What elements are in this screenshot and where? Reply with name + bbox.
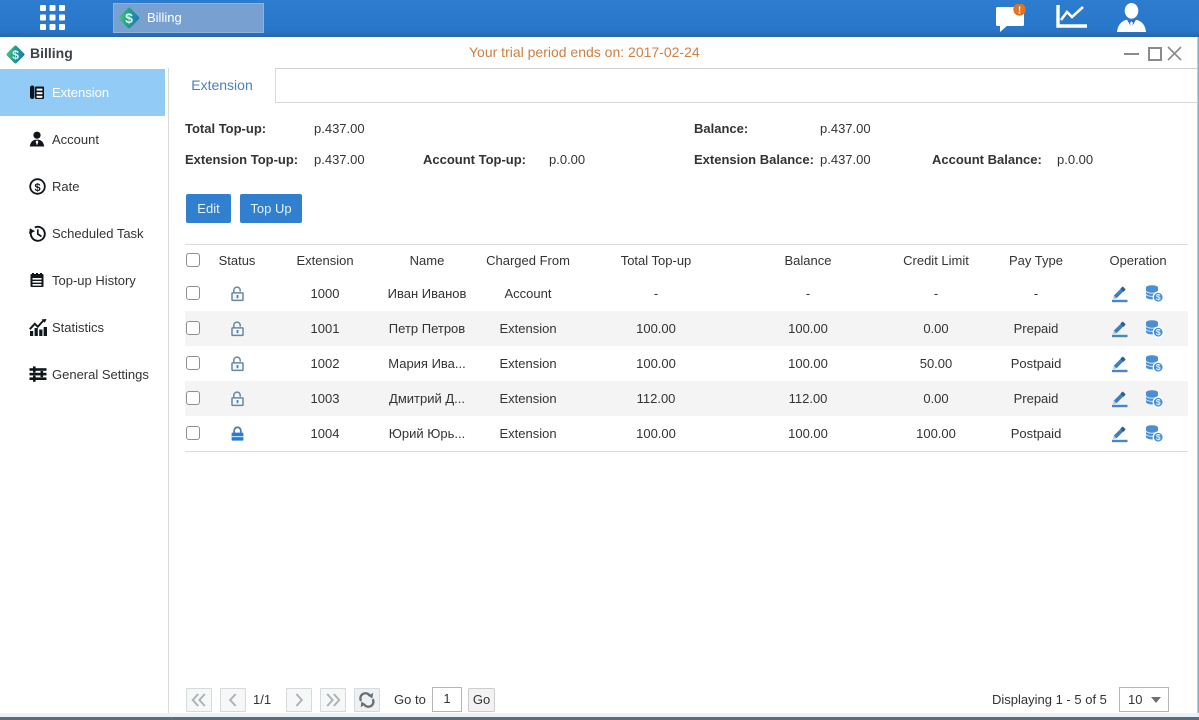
svg-text:$: $ <box>125 10 133 26</box>
svg-text:$: $ <box>1156 432 1161 442</box>
svg-text:$: $ <box>34 182 40 194</box>
svg-text:!: ! <box>1018 5 1021 16</box>
svg-text:$: $ <box>12 48 19 62</box>
svg-text:$: $ <box>1156 362 1161 372</box>
svg-text:$: $ <box>1156 292 1161 302</box>
svg-text:$: $ <box>1156 327 1161 337</box>
svg-text:$: $ <box>1156 397 1161 407</box>
